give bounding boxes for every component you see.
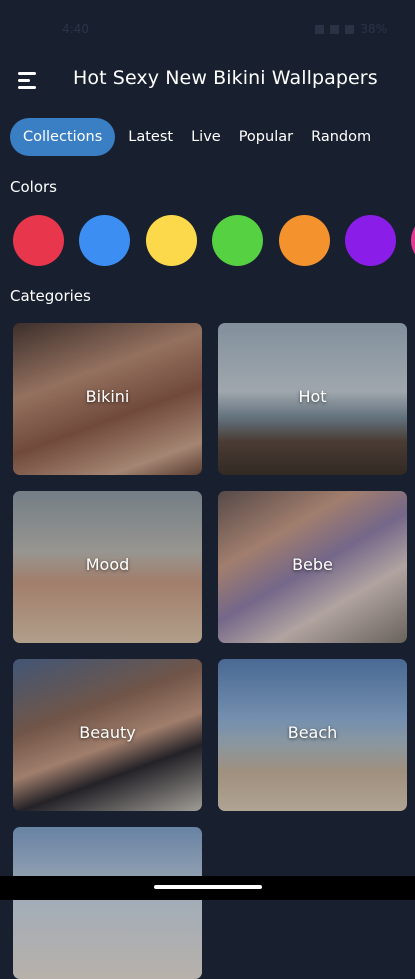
color-swatch-row [13, 215, 415, 267]
hamburger-menu-icon[interactable] [18, 72, 40, 90]
color-swatch-purple[interactable] [345, 215, 396, 266]
status-bar: 4:40 38% [0, 0, 415, 56]
category-card-beauty[interactable]: Beauty [13, 659, 202, 811]
colors-heading: Colors [10, 178, 57, 196]
categories-heading: Categories [10, 287, 91, 305]
status-time: 4:40 [62, 22, 89, 36]
app-title: Hot Sexy New Bikini Wallpapers [73, 67, 378, 89]
category-label: Beach [287, 723, 338, 742]
color-swatch-blue[interactable] [79, 215, 130, 266]
color-swatch-orange[interactable] [279, 215, 330, 266]
tab-bar: Collections Latest Live Popular Random [10, 118, 380, 156]
wifi-icon [315, 24, 325, 34]
color-swatch-yellow[interactable] [146, 215, 197, 266]
tab-live[interactable]: Live [182, 118, 230, 156]
category-card-partial[interactable] [13, 827, 202, 979]
tab-collections[interactable]: Collections [10, 118, 116, 156]
signal-icon [330, 24, 340, 34]
category-label: Bebe [292, 555, 333, 574]
category-label: Mood [85, 555, 130, 574]
category-card-hot[interactable]: Hot [218, 323, 407, 475]
color-swatch-pink[interactable] [411, 215, 415, 266]
status-icons: 38% [315, 22, 387, 36]
battery-icon [345, 24, 355, 34]
category-card-bebe[interactable]: Bebe [218, 491, 407, 643]
battery-level: 38% [360, 22, 387, 36]
tab-popular[interactable]: Popular [230, 118, 302, 156]
category-card-mood[interactable]: Mood [13, 491, 202, 643]
app-bar: Hot Sexy New Bikini Wallpapers [0, 56, 415, 106]
category-label: Beauty [79, 723, 136, 742]
tab-latest[interactable]: Latest [119, 118, 182, 156]
color-swatch-red[interactable] [13, 215, 64, 266]
tab-random[interactable]: Random [302, 118, 380, 156]
category-label: Hot [298, 387, 327, 406]
color-swatch-green[interactable] [212, 215, 263, 266]
category-label: Bikini [85, 387, 130, 406]
category-card-bikini[interactable]: Bikini [13, 323, 202, 475]
home-gesture-handle[interactable] [154, 885, 262, 889]
category-card-beach[interactable]: Beach [218, 659, 407, 811]
